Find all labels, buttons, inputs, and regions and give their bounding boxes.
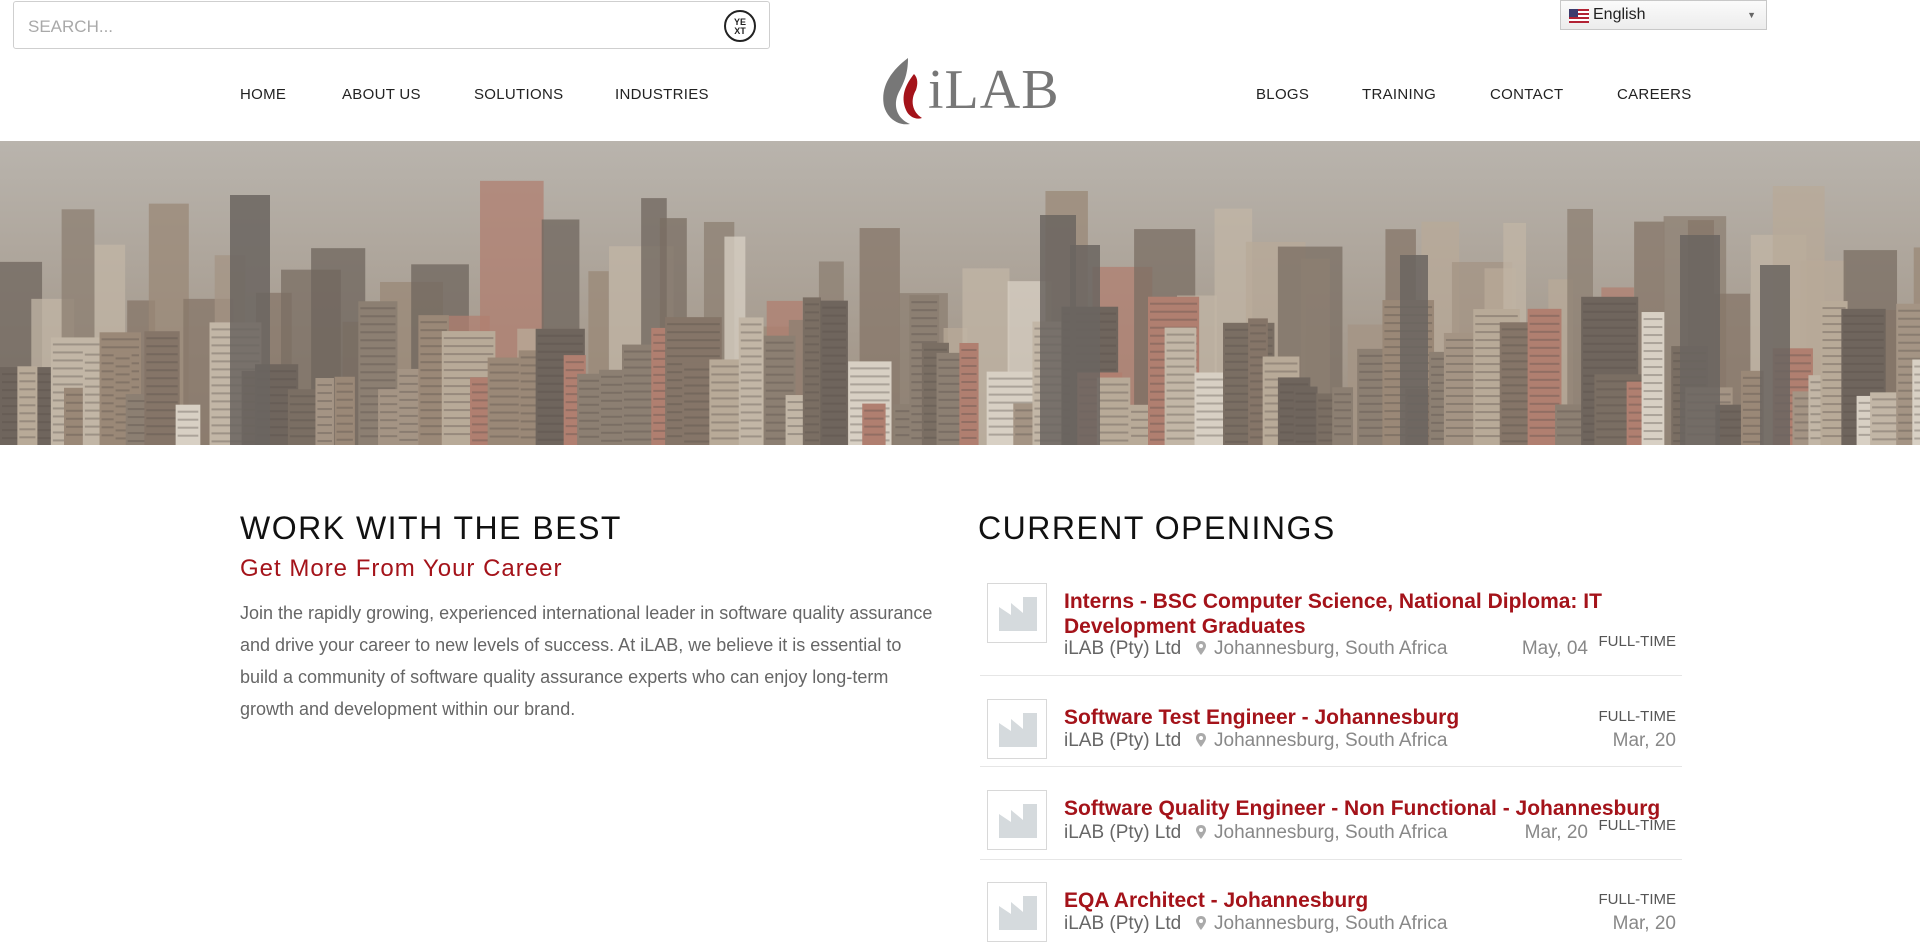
hero-city-image [0, 141, 1920, 445]
map-pin-icon [1196, 733, 1206, 747]
company-logo-placeholder-icon [987, 882, 1047, 942]
job-type-badge: FULL-TIME [1598, 708, 1676, 725]
map-pin-icon [1196, 825, 1206, 839]
work-title: WORK WITH THE BEST [240, 510, 622, 546]
job-title[interactable]: Software Quality Engineer - Non Function… [1064, 796, 1664, 821]
search-input[interactable] [26, 8, 710, 46]
nav-item-contact[interactable]: CONTACT [1490, 86, 1563, 103]
language-select[interactable]: English ▼ [1560, 0, 1767, 30]
job-title[interactable]: Interns - BSC Computer Science, National… [1064, 589, 1604, 639]
job-date: May, 04 [1521, 638, 1588, 659]
job-location-text: Johannesburg, South Africa [1214, 913, 1448, 934]
map-pin-icon [1196, 916, 1206, 930]
job-title[interactable]: EQA Architect - Johannesburg [1064, 888, 1604, 913]
job-company: iLAB (Pty) Ltd [1064, 730, 1182, 751]
nav-item-home[interactable]: HOME [240, 86, 286, 103]
job-type-badge: FULL-TIME [1598, 817, 1676, 834]
job-date: Mar, 20 [1524, 822, 1588, 843]
company-logo-placeholder-icon [987, 583, 1047, 643]
job-company: iLAB (Pty) Ltd [1064, 822, 1182, 843]
nav-item-solutions[interactable]: SOLUTIONS [474, 86, 563, 103]
job-location: Johannesburg, South Africa [1196, 822, 1447, 844]
job-location: Johannesburg, South Africa [1196, 913, 1447, 935]
search-box: YEXT [13, 1, 770, 49]
map-pin-icon [1196, 641, 1206, 655]
job-title[interactable]: Software Test Engineer - Johannesburg [1064, 705, 1604, 730]
company-logo-placeholder-icon [987, 790, 1047, 850]
nav-item-blogs[interactable]: BLOGS [1256, 86, 1309, 103]
divider [980, 766, 1682, 767]
divider [980, 859, 1682, 860]
work-subtitle: Get More From Your Career [240, 555, 563, 582]
job-location-text: Johannesburg, South Africa [1214, 730, 1448, 751]
flame-icon [883, 58, 922, 125]
yext-icon[interactable]: YE XT [724, 10, 756, 42]
hero-illustration [0, 141, 1920, 445]
logo-text: iLAB [928, 59, 1060, 121]
chevron-down-icon: ▼ [1747, 10, 1756, 20]
divider [980, 675, 1682, 676]
job-location-text: Johannesburg, South Africa [1214, 638, 1448, 659]
company-logo-placeholder-icon [987, 699, 1047, 759]
language-label: English [1593, 6, 1646, 23]
nav-item-training[interactable]: TRAINING [1362, 86, 1436, 103]
job-company: iLAB (Pty) Ltd [1064, 913, 1182, 934]
ilab-logo[interactable]: iLAB [878, 56, 1059, 126]
job-location: Johannesburg, South Africa [1196, 730, 1447, 752]
work-section: WORK WITH THE BEST Get More From Your Ca… [240, 510, 940, 725]
yext-icon-text: YE XT [733, 17, 746, 36]
job-location-text: Johannesburg, South Africa [1214, 822, 1448, 843]
job-location: Johannesburg, South Africa [1196, 638, 1447, 660]
openings-title: CURRENT OPENINGS [978, 510, 1336, 546]
work-body: Join the rapidly growing, experienced in… [240, 603, 933, 719]
job-company: iLAB (Pty) Ltd [1064, 638, 1182, 659]
nav-item-industries[interactable]: INDUSTRIES [615, 86, 709, 103]
nav-item-careers[interactable]: CAREERS [1617, 86, 1692, 103]
nav-item-about-us[interactable]: ABOUT US [342, 86, 421, 103]
us-flag-icon [1569, 9, 1589, 23]
job-type-badge: FULL-TIME [1598, 633, 1676, 650]
job-date: Mar, 20 [1612, 730, 1676, 751]
job-type-badge: FULL-TIME [1598, 891, 1676, 908]
openings-section: CURRENT OPENINGS Interns - BSC Computer … [978, 510, 1682, 942]
job-date: Mar, 20 [1612, 913, 1676, 934]
